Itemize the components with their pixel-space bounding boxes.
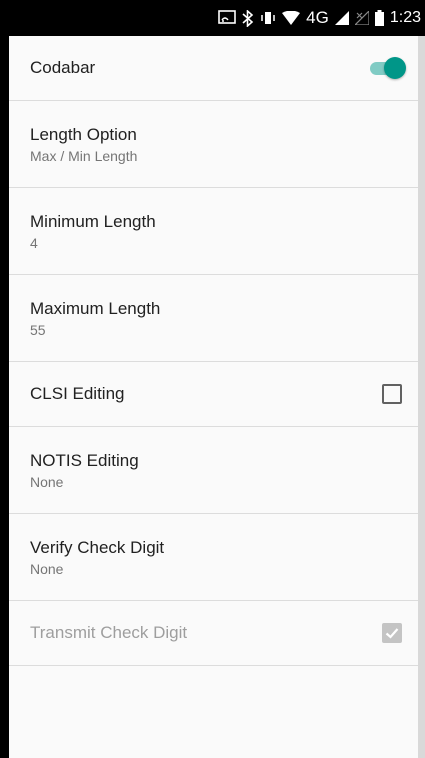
- setting-minimum-length[interactable]: Minimum Length 4: [9, 188, 418, 275]
- setting-title: Transmit Check Digit: [30, 623, 188, 642]
- cast-icon: [218, 10, 236, 26]
- setting-title: Minimum Length: [30, 211, 156, 231]
- setting-summary: None: [30, 473, 64, 490]
- status-bar: 4G 1:23: [9, 0, 425, 36]
- switch-thumb: [384, 57, 406, 79]
- codabar-switch[interactable]: [368, 55, 406, 81]
- setting-length-option[interactable]: Length Option Max / Min Length: [9, 101, 418, 188]
- setting-summary: 4: [30, 234, 38, 251]
- clsi-editing-checkbox[interactable]: [382, 384, 402, 404]
- signal-icon: [334, 11, 349, 25]
- vibrate-icon: [260, 10, 276, 26]
- setting-title: Length Option: [30, 124, 137, 144]
- screen-right-edge: [418, 0, 425, 758]
- setting-title: Codabar: [30, 58, 96, 77]
- check-icon: [385, 628, 399, 639]
- setting-title: Verify Check Digit: [30, 537, 165, 557]
- setting-summary: None: [30, 560, 64, 577]
- network-type-label: 4G: [306, 8, 329, 27]
- setting-summary: Max / Min Length: [30, 147, 138, 164]
- setting-maximum-length[interactable]: Maximum Length 55: [9, 275, 418, 362]
- screen-left-edge: [0, 0, 9, 758]
- wifi-icon: [282, 11, 301, 25]
- setting-verify-check-digit[interactable]: Verify Check Digit None: [9, 514, 418, 601]
- settings-list: Codabar Length Option Max / Min Length M…: [9, 36, 418, 758]
- setting-notis-editing[interactable]: NOTIS Editing None: [9, 427, 418, 514]
- setting-clsi-editing[interactable]: CLSI Editing: [9, 362, 418, 427]
- setting-title: Maximum Length: [30, 298, 161, 318]
- battery-icon: [374, 10, 384, 26]
- setting-title: CLSI Editing: [30, 384, 125, 403]
- setting-codabar[interactable]: Codabar: [9, 36, 418, 101]
- setting-transmit-check-digit: Transmit Check Digit: [9, 601, 418, 666]
- transmit-check-digit-checkbox: [382, 623, 402, 643]
- bluetooth-icon: [242, 9, 254, 27]
- setting-title: NOTIS Editing: [30, 450, 139, 470]
- setting-summary: 55: [30, 321, 46, 338]
- no-signal-icon: [354, 11, 369, 25]
- clock: 1:23: [389, 9, 421, 26]
